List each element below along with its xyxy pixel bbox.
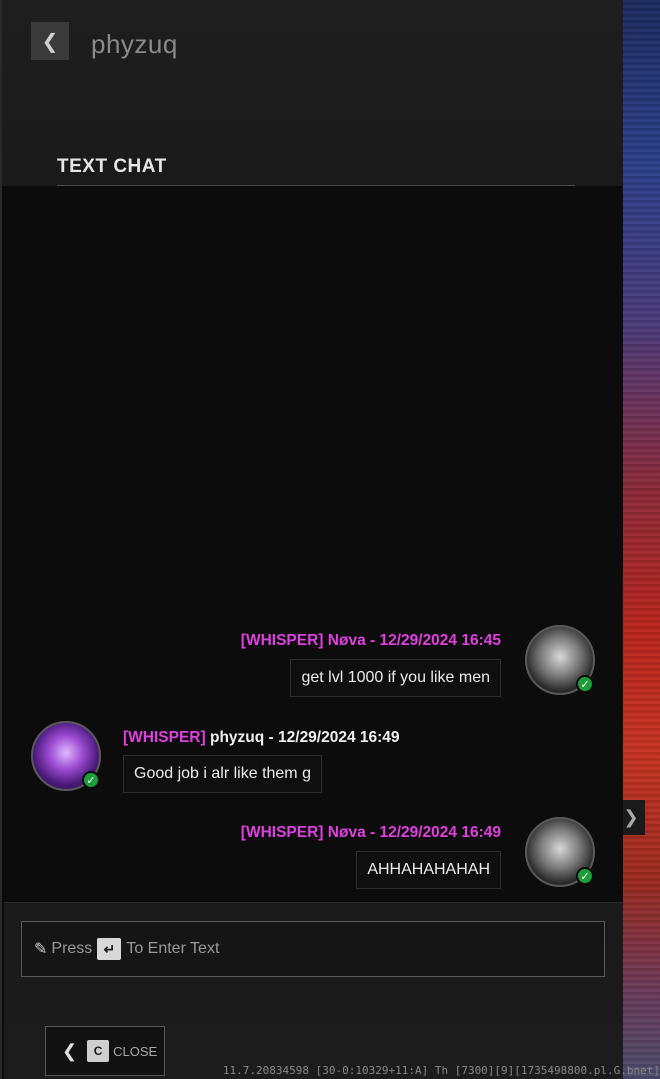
online-status-icon: ✓ <box>576 675 594 693</box>
chevron-right-icon: ❯ <box>623 807 639 828</box>
message-bubble: Good job i alr like them g <box>123 755 322 793</box>
chat-panel: ❮ phyzuq TEXT CHAT [WHISPER] Nøva - 12/2… <box>0 0 623 1079</box>
message-header: [WHISPER] Nøva - 12/29/2024 16:49 <box>241 824 501 842</box>
build-info: 11.7.20834598 [30-0:10329+11:A] Th [7300… <box>222 1064 660 1077</box>
chat-input[interactable]: ✎ Press ↵ To Enter Text <box>21 921 605 977</box>
enter-key-icon: ↵ <box>97 938 122 960</box>
whisper-tag: [WHISPER] <box>123 729 206 746</box>
whisper-tag: [WHISPER] <box>240 824 324 841</box>
close-key-icon: C <box>87 1040 110 1062</box>
message-sender[interactable]: phyzuq <box>210 729 264 746</box>
chevron-left-icon: ❮ <box>41 29 59 53</box>
message-separator: - <box>264 729 279 746</box>
message-bubble: get lvl 1000 if you like men <box>290 659 501 697</box>
message-separator: - <box>365 824 380 841</box>
input-hint-prefix: Press <box>51 940 93 957</box>
message-sender[interactable]: Nøva <box>328 632 366 649</box>
back-button[interactable]: ❮ <box>31 22 69 60</box>
message-header: [WHISPER] phyzuq - 12/29/2024 16:49 <box>123 729 400 747</box>
close-label: CLOSE <box>113 1043 158 1059</box>
online-status-icon: ✓ <box>82 771 100 789</box>
close-button[interactable]: ❮ C CLOSE <box>45 1026 165 1076</box>
chat-messages[interactable] <box>4 186 623 902</box>
message-sender[interactable]: Nøva <box>328 824 366 841</box>
input-hint-suffix: To Enter Text <box>126 940 220 957</box>
section-title: TEXT CHAT <box>57 156 167 177</box>
chevron-left-icon: ❮ <box>62 1040 78 1061</box>
online-status-icon: ✓ <box>576 867 594 885</box>
message-timestamp: 12/29/2024 16:49 <box>379 824 501 841</box>
background-scene <box>621 0 660 1079</box>
message-header: [WHISPER] Nøva - 12/29/2024 16:45 <box>241 632 501 650</box>
page-title: phyzuq <box>91 29 178 59</box>
message-timestamp: 12/29/2024 16:49 <box>278 729 400 746</box>
pen-icon: ✎ <box>34 941 48 958</box>
whisper-tag: [WHISPER] <box>240 632 324 649</box>
message-bubble: AHHAHAHAHAH <box>356 851 501 889</box>
message-separator: - <box>365 632 380 649</box>
message-timestamp: 12/29/2024 16:45 <box>379 632 501 649</box>
